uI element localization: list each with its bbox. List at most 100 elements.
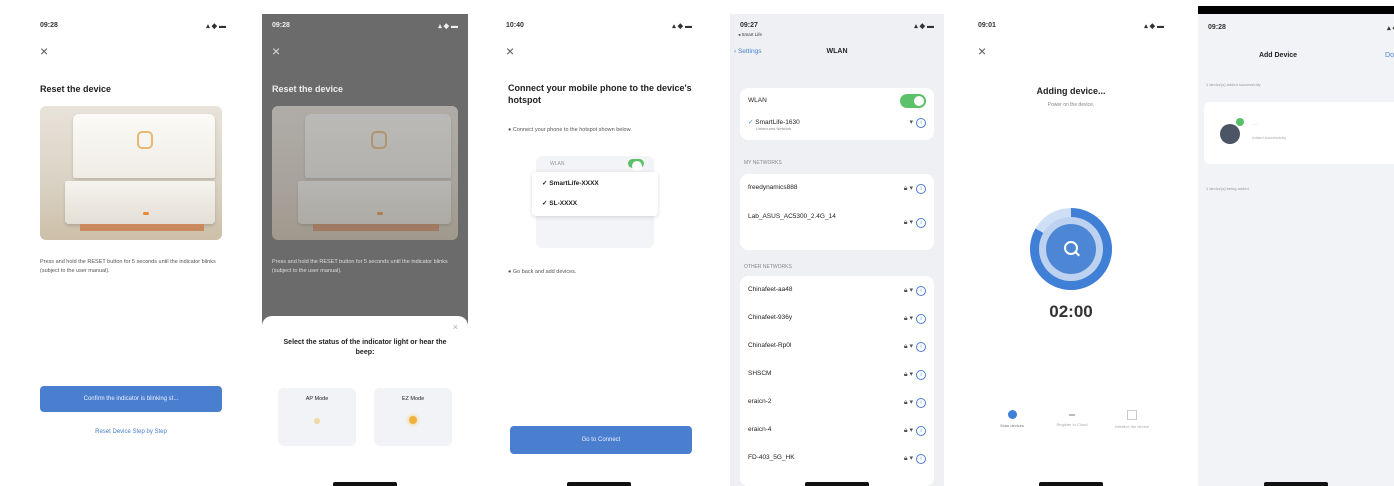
status-bar: 10:40 ▴ ◆ ▬ — [506, 22, 692, 34]
screen-add-device: 09:28 ▴ ◆ Add Device Do 1 device(s) adde… — [1198, 6, 1394, 486]
screen-adding-device: 09:01 ▴ ◆ ▬ × Adding device... Power on … — [968, 14, 1174, 486]
network-row[interactable]: eraicn-4 🔒︎ ▾ i — [748, 426, 926, 436]
info-icon[interactable]: i — [916, 342, 926, 352]
page-title: Reset the device — [40, 84, 112, 94]
lock-icon: 🔒︎ — [903, 219, 908, 226]
info-icon[interactable]: i — [916, 370, 926, 380]
network-name: eraicn-4 — [748, 426, 772, 433]
step-dot-active — [1007, 410, 1017, 419]
status-bar: 09:01 ▴ ◆ ▬ — [978, 22, 1164, 34]
status-time: 09:28 — [40, 22, 58, 29]
info-icon[interactable]: i — [916, 314, 926, 324]
info-icon[interactable]: i — [916, 184, 926, 194]
sheet-title: Select the status of the indicator light… — [283, 339, 447, 356]
step-label: Register to Cloud — [1056, 422, 1088, 427]
info-icon[interactable]: i — [916, 218, 926, 228]
wifi-icon: ▾ — [909, 119, 913, 126]
confirm-blinking-button[interactable]: Confirm the indicator is blinking st... — [40, 386, 222, 412]
wlan-card: WLAN ✓ SmartLife-XXXX ✓ SL-XXXX — [532, 156, 658, 248]
network-name: freedynamics888 — [748, 184, 798, 191]
device-card[interactable]: ··· Added successfully — [1204, 102, 1394, 164]
countdown: 02:00 — [1049, 302, 1093, 321]
status-bar: 09:28 ▴ ◆ — [1208, 24, 1394, 36]
close-icon[interactable]: × — [978, 44, 986, 58]
network-row[interactable]: Lab_ASUS_AC5300_2.4G_14 — [748, 212, 868, 221]
page-title: WLAN — [826, 48, 848, 55]
network-name: Chinafeet-936y — [748, 314, 793, 321]
wlan-toggle-group: WLAN ✓ SmartLife-1630 Unsecured Network … — [740, 88, 934, 140]
step-connect-hotspot: ● Connect your phone to the hotspot show… — [508, 127, 632, 133]
status-icons: ▴ ◆ ▬ — [672, 23, 692, 30]
network-row[interactable]: freedynamics888 🔒︎ ▾ i — [748, 184, 926, 194]
page-title: Reset the device — [272, 84, 344, 94]
home-indicator — [567, 482, 631, 486]
info-icon[interactable]: i — [916, 398, 926, 408]
step-go-back: ● Go back and add devices. — [508, 269, 577, 275]
status-back-app[interactable]: ◂ Smart Life — [738, 32, 762, 38]
network-row[interactable]: Chinafeet-936y 🔒︎ ▾ i — [748, 314, 926, 324]
section-other-networks: OTHER NETWORKS — [744, 264, 792, 270]
network-name: Chinafeet-Rp0l — [748, 342, 792, 349]
page-subtitle: Power on the device. — [1047, 102, 1095, 108]
network-name: SmartLife-XXXX — [549, 180, 599, 187]
network-item-sl[interactable]: ✓ SL-XXXX — [542, 199, 577, 207]
device-illustration — [272, 106, 458, 240]
page-title: Add Device — [1258, 52, 1298, 59]
status-icons: ▴ ◆ ▬ — [206, 23, 226, 30]
status-bar: 09:28 ▴ ◆ ▬ — [40, 22, 226, 34]
step-label: Scan devices — [1000, 423, 1024, 428]
adding-footer: 1 device(s) being added — [1206, 186, 1249, 191]
wlan-toggle[interactable] — [900, 94, 926, 108]
wlan-toggle[interactable] — [628, 159, 644, 171]
ap-mode-option[interactable]: AP Mode — [278, 388, 356, 446]
network-row[interactable]: eraicn-2 🔒︎ ▾ i — [748, 398, 926, 408]
network-name: SL-XXXX — [549, 200, 578, 207]
device-avatar — [1220, 124, 1240, 144]
step-label: Initialize the device — [1115, 424, 1149, 429]
network-item-smartlife[interactable]: ✓ SmartLife-XXXX — [542, 179, 599, 187]
home-indicator — [333, 482, 397, 486]
close-icon[interactable]: × — [40, 44, 48, 58]
close-icon[interactable]: × — [506, 44, 514, 58]
added-note: 1 device(s) added successfully — [1206, 82, 1261, 87]
status-icons: ▴ ◆ ▬ — [914, 23, 934, 30]
done-button[interactable]: Do — [1385, 52, 1394, 59]
status-icons: ▴ ◆ ▬ — [1144, 23, 1164, 30]
my-networks-group: freedynamics888 🔒︎ ▾ i Lab_ASUS_AC5300_2.4… — [740, 174, 934, 250]
network-row[interactable]: SHSCM 🔒︎ ▾ i — [748, 370, 926, 380]
section-my-networks: MY NETWORKS — [744, 160, 782, 166]
sheet-close-icon[interactable]: × — [453, 322, 458, 332]
info-icon[interactable]: i — [916, 286, 926, 296]
network-row[interactable]: Chinafeet-Rp0l 🔒︎ ▾ i — [748, 342, 926, 352]
network-name: eraicn-2 — [748, 398, 772, 405]
connected-network[interactable]: ✓ SmartLife-1630 Unsecured Network ▾ i — [748, 118, 926, 131]
close-icon[interactable]: × — [272, 44, 280, 58]
wlan-label: WLAN — [550, 161, 565, 167]
step-cloud: Register to Cloud — [1046, 410, 1098, 427]
network-row[interactable]: Chinafeet-aa48 🔒︎ ▾ i — [748, 286, 926, 296]
info-icon[interactable]: i — [916, 118, 926, 128]
status-bar: 09:28 ▴ ◆ ▬ — [272, 22, 458, 34]
info-icon[interactable]: i — [916, 426, 926, 436]
ez-mode-option[interactable]: EZ Mode — [374, 388, 452, 446]
status-time: 10:40 — [506, 22, 524, 29]
go-to-connect-button[interactable]: Go to Connect — [510, 426, 692, 454]
info-icon[interactable]: i — [916, 454, 926, 464]
status-icons: ▴ ◆ — [1387, 25, 1394, 32]
network-name: FD-403_5G_HK — [748, 454, 795, 461]
other-networks-group: Chinafeet-aa48 🔒︎ ▾ i Chinafeet-936y 🔒︎ ▾ i … — [740, 276, 934, 486]
reset-step-by-step-link[interactable]: Reset Device Step by Step — [40, 429, 222, 435]
network-row[interactable]: FD-403_5G_HK 🔒︎ ▾ i — [748, 454, 926, 464]
network-name: SHSCM — [748, 370, 772, 377]
device-illustration — [40, 106, 222, 240]
page-title: Connect your mobile phone to the device'… — [508, 83, 692, 105]
screen-reset-device: 09:28 ▴ ◆ ▬ × Reset the device Press and… — [30, 14, 236, 486]
screen-select-indicator: 09:28 ▴ ◆ ▬ × Reset the device Press and… — [262, 14, 468, 486]
status-time: 09:27 — [740, 22, 758, 29]
step-scan: Scan devices — [986, 410, 1038, 428]
ap-mode-label: AP Mode — [305, 396, 329, 402]
status-bar: 09:27 ▴ ◆ ▬ — [740, 22, 934, 34]
bulb-icon — [314, 418, 320, 424]
network-name: Chinafeet-aa48 — [748, 286, 793, 293]
bulb-icon — [409, 416, 417, 424]
